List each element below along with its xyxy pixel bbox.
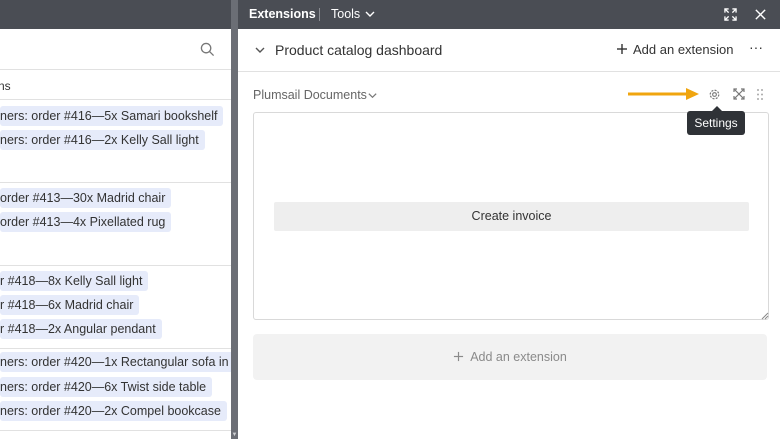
tooltip-nub xyxy=(712,106,722,111)
plus-icon xyxy=(454,351,464,362)
column-header-label: ns xyxy=(0,79,11,93)
left-search-row xyxy=(0,29,231,70)
chevron-down-icon[interactable] xyxy=(254,44,266,56)
record-group[interactable]: ners: order #420—1x Rectangular sofa in … xyxy=(0,349,231,431)
tab-tools[interactable]: Tools xyxy=(331,7,360,21)
chevron-down-icon[interactable] xyxy=(364,8,376,20)
scrollbar[interactable] xyxy=(231,0,238,439)
extension-card: Create invoice xyxy=(253,112,769,320)
expand-icon[interactable] xyxy=(724,8,737,21)
linked-record-chip[interactable]: ners: order #416—2x Kelly Sall light xyxy=(0,130,205,150)
chevron-down-icon[interactable] xyxy=(367,90,378,101)
add-extension-bottom-label: Add an extension xyxy=(470,350,567,364)
extensions-topbar: Extensions Tools xyxy=(238,0,780,29)
settings-tooltip: Settings xyxy=(687,106,745,135)
plus-icon xyxy=(617,44,627,54)
linked-record-chip[interactable]: ners: order #420—1x Rectangular sofa in … xyxy=(0,352,231,372)
record-group[interactable]: r #418—8x Kelly Sall light r #418—6x Mad… xyxy=(0,266,231,349)
left-topbar xyxy=(0,0,231,29)
linked-record-chip[interactable]: r #418—2x Angular pendant xyxy=(0,319,162,339)
arrow-annotation-icon xyxy=(628,88,699,100)
record-group[interactable]: order #413—30x Madrid chair order #413—4… xyxy=(0,183,231,266)
drag-handle-icon[interactable] xyxy=(756,88,764,101)
tooltip-text: Settings xyxy=(694,116,738,130)
left-pane: ns ners: order #416—5x Samari bookshelf … xyxy=(0,0,231,439)
tab-extensions[interactable]: Extensions xyxy=(249,7,316,21)
linked-record-chip[interactable]: r #418—6x Madrid chair xyxy=(0,295,140,315)
extensions-pane: Extensions Tools Product catalog dashboa… xyxy=(238,0,780,439)
close-icon[interactable] xyxy=(754,8,767,21)
tab-divider xyxy=(319,8,320,21)
fullscreen-icon[interactable] xyxy=(733,88,745,100)
more-options-icon[interactable]: ··· xyxy=(748,40,764,57)
create-invoice-button[interactable]: Create invoice xyxy=(274,202,749,231)
dashboard-title[interactable]: Product catalog dashboard xyxy=(275,42,442,58)
column-header[interactable]: ns xyxy=(0,70,231,100)
add-extension-button[interactable]: Add an extension xyxy=(616,42,733,60)
record-group[interactable]: ners: order #416—5x Samari bookshelf ner… xyxy=(0,101,231,183)
extension-name[interactable]: Plumsail Documents xyxy=(253,88,367,102)
resize-grip-icon[interactable] xyxy=(761,312,769,320)
linked-record-chip[interactable]: order #413—30x Madrid chair xyxy=(0,188,172,208)
linked-record-chip[interactable]: ners: order #420—2x Compel bookcase xyxy=(0,401,227,421)
linked-record-chip[interactable]: r #418—8x Kelly Sall light xyxy=(0,271,149,291)
scroll-down-icon[interactable]: ▼ xyxy=(231,431,238,439)
dashboard-header: Product catalog dashboard Add an extensi… xyxy=(238,29,780,72)
gear-icon[interactable] xyxy=(708,88,721,101)
search-icon[interactable] xyxy=(200,42,215,57)
linked-record-chip[interactable]: ners: order #416—5x Samari bookshelf xyxy=(0,106,224,126)
add-extension-bottom-button[interactable]: Add an extension xyxy=(253,334,767,380)
add-extension-label: Add an extension xyxy=(633,42,734,57)
linked-record-chip[interactable]: ners: order #420—6x Twist side table xyxy=(0,377,213,397)
linked-record-chip[interactable]: order #413—4x Pixellated rug xyxy=(0,212,172,232)
